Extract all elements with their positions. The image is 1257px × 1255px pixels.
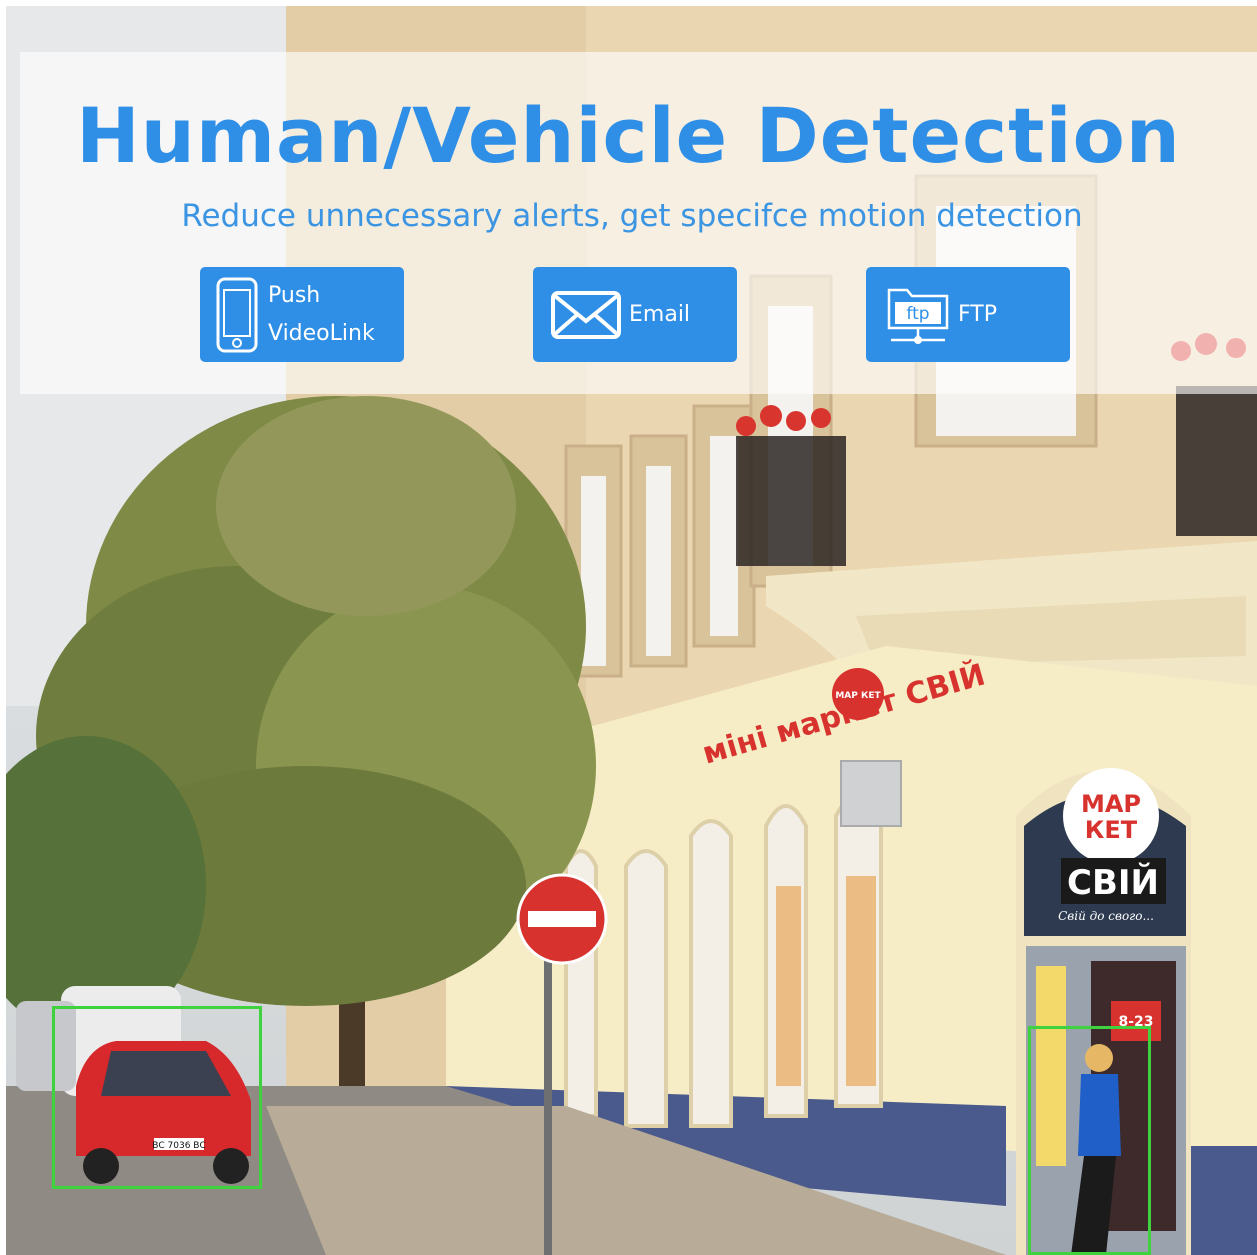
feature-ftp: ftp FTP	[866, 267, 1070, 362]
envelope-icon	[543, 290, 629, 340]
vehicle-detection-box	[52, 1006, 262, 1189]
shop-badge-top: МАР	[1081, 790, 1141, 818]
page-title: Human/Vehicle Detection	[76, 91, 1181, 180]
shop-tagline: Свій до свого...	[1058, 909, 1154, 923]
feature-push-videolink: Push VideoLink	[200, 267, 404, 362]
feature-label: FTP	[958, 301, 997, 327]
small-badge: МАР КЕТ	[835, 691, 881, 701]
ftp-icon-text: ftp	[906, 304, 929, 324]
page-subtitle: Reduce unnecessary alerts, get specifce …	[181, 198, 1083, 234]
feature-email: Email	[533, 267, 737, 362]
smartphone-icon	[206, 276, 268, 354]
human-detection-box	[1028, 1026, 1151, 1255]
feature-label: Email	[629, 301, 691, 327]
shop-name: СВІЙ	[1067, 862, 1159, 903]
feature-label: Push VideoLink	[268, 282, 375, 346]
ftp-folder-icon: ftp	[878, 282, 958, 348]
shop-badge-bottom: КЕТ	[1085, 816, 1138, 844]
